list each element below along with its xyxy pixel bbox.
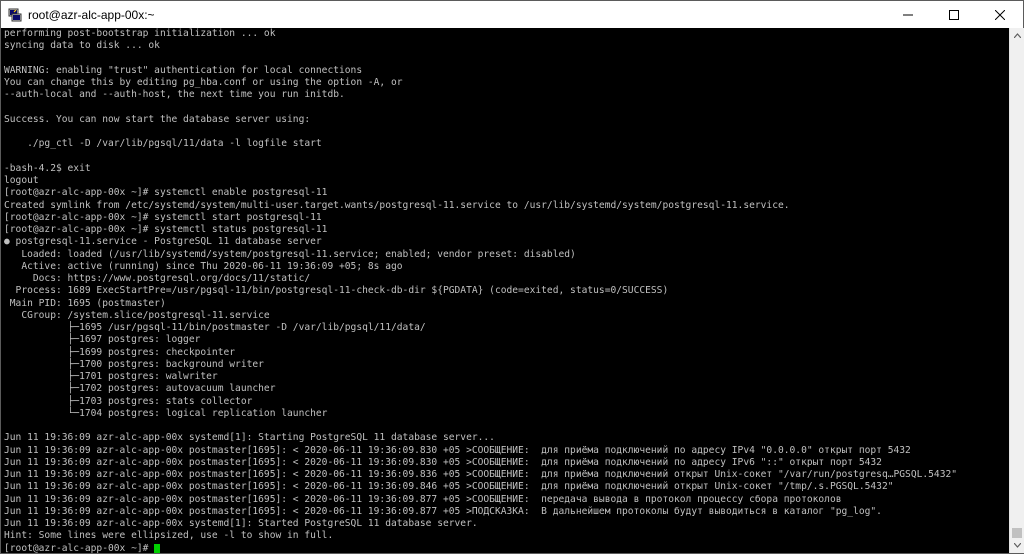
scroll-down-button[interactable]	[1010, 538, 1024, 553]
terminal-line: Jun 11 19:36:09 azr-alc-app-00x postmast…	[4, 456, 882, 468]
vertical-scrollbar[interactable]	[1009, 28, 1024, 553]
text-cursor	[154, 543, 161, 553]
terminal-line: Loaded: loaded (/usr/lib/systemd/system/…	[4, 248, 576, 260]
terminal-line: Jun 11 19:36:09 azr-alc-app-00x postmast…	[4, 493, 842, 505]
terminal-line: Created symlink from /etc/systemd/system…	[4, 199, 790, 211]
terminal-line: Jun 11 19:36:09 azr-alc-app-00x postmast…	[4, 444, 911, 456]
terminal-line: Process: 1689 ExecStartPre=/usr/pgsql-11…	[4, 285, 669, 297]
shell-prompt-line[interactable]: [root@azr-alc-app-00x ~]#	[4, 542, 1009, 554]
terminal-line: ├─1697 postgres: logger	[4, 334, 201, 346]
terminal-line: Jun 11 19:36:09 azr-alc-app-00x postmast…	[4, 481, 894, 493]
terminal-line: Main PID: 1695 (postmaster)	[4, 297, 166, 309]
shell-prompt: [root@azr-alc-app-00x ~]#	[4, 542, 155, 554]
terminal-line: ├─1695 /usr/pgsql-11/bin/postmaster -D /…	[4, 322, 426, 333]
terminal-line: Success. You can now start the database …	[4, 113, 311, 125]
close-button[interactable]	[977, 1, 1023, 28]
terminal-line: ● postgresql-11.service - PostgreSQL 11 …	[4, 236, 322, 248]
terminal-line: ├─1701 postgres: walwriter	[4, 371, 218, 382]
window-title: root@azr-alc-app-00x:~	[28, 7, 155, 22]
terminal-line: Active: active (running) since Thu 2020-…	[4, 260, 403, 272]
scroll-thumb[interactable]	[1012, 528, 1022, 538]
terminal-line: ├─1702 postgres: autovacuum launcher	[4, 383, 276, 395]
terminal-output[interactable]: performing post-bootstrap initialization…	[1, 28, 1009, 553]
terminal-line: [root@azr-alc-app-00x ~]# systemctl stat…	[4, 224, 328, 235]
terminal-line: --auth-local and --auth-host, the next t…	[4, 89, 345, 101]
window-controls	[885, 1, 1023, 28]
terminal-line: Jun 11 19:36:09 azr-alc-app-00x postmast…	[4, 469, 958, 480]
minimize-button[interactable]	[885, 1, 931, 28]
terminal-line: Jun 11 19:36:09 azr-alc-app-00x systemd[…	[4, 432, 495, 444]
terminal-line: ├─1700 postgres: background writer	[4, 358, 264, 370]
terminal-window: root@azr-alc-app-00x:~ performing post-b…	[0, 0, 1024, 554]
title-bar[interactable]: root@azr-alc-app-00x:~	[1, 1, 1023, 28]
scroll-up-button[interactable]	[1010, 28, 1024, 43]
terminal-line: ├─1699 postgres: checkpointer	[4, 346, 236, 358]
terminal-line: CGroup: /system.slice/postgresql-11.serv…	[4, 309, 270, 321]
terminal-line: -bash-4.2$ exit	[4, 162, 91, 174]
terminal-line: [root@azr-alc-app-00x ~]# systemctl enab…	[4, 187, 328, 199]
scroll-down-icon	[1014, 543, 1021, 548]
minimize-icon	[903, 14, 913, 15]
terminal-line: Docs: https://www.postgresql.org/docs/11…	[4, 273, 311, 284]
terminal-line: Jun 11 19:36:09 azr-alc-app-00x systemd[…	[4, 518, 478, 529]
terminal-line: └─1704 postgres: logical replication lau…	[4, 407, 328, 419]
terminal-line: syncing data to disk ... ok	[4, 40, 160, 52]
terminal-line: You can change this by editing pg_hba.co…	[4, 77, 403, 88]
putty-terminal-icon[interactable]	[8, 8, 22, 22]
maximize-button[interactable]	[931, 1, 977, 28]
maximize-icon	[949, 9, 959, 20]
terminal-line: [root@azr-alc-app-00x ~]# systemctl star…	[4, 211, 322, 223]
terminal-line: ./pg_ctl -D /var/lib/pgsql/11/data -l lo…	[4, 138, 322, 150]
scroll-up-icon	[1014, 33, 1021, 38]
terminal-line: Hint: Some lines were ellipsized, use -l…	[4, 530, 334, 542]
terminal-line: performing post-bootstrap initialization…	[4, 28, 276, 39]
terminal-line: logout	[4, 175, 39, 186]
terminal-lines: performing post-bootstrap initialization…	[1, 28, 1009, 553]
terminal-line: Jun 11 19:36:09 azr-alc-app-00x postmast…	[4, 505, 882, 517]
terminal-line: WARNING: enabling "trust" authentication…	[4, 64, 363, 76]
terminal-line: ├─1703 postgres: stats collector	[4, 395, 253, 407]
close-icon	[995, 9, 1005, 20]
